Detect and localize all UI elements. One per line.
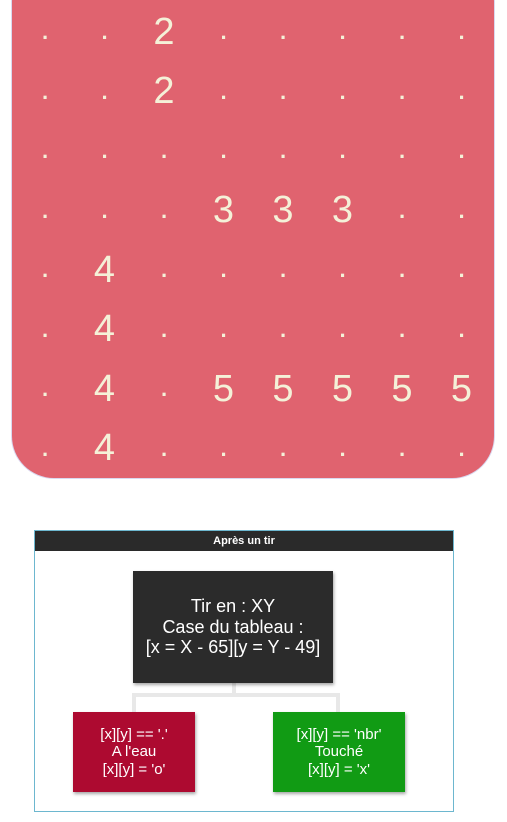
board-cell-2-5[interactable]: . bbox=[314, 122, 372, 180]
board-cell-2-0[interactable]: . bbox=[16, 122, 74, 180]
board-cell-5-7[interactable]: . bbox=[433, 301, 491, 359]
board-cell-1-6[interactable]: . bbox=[373, 63, 431, 121]
board-cell-4-0[interactable]: . bbox=[16, 241, 74, 299]
board-cell-5-4[interactable]: . bbox=[254, 301, 312, 359]
board-cell-0-1[interactable]: . bbox=[76, 3, 134, 61]
board-cell-6-0[interactable]: . bbox=[16, 360, 74, 418]
board-cell-3-5[interactable]: 3 bbox=[314, 182, 372, 240]
diagram-node-miss: [x][y] == '.' A l'eau [x][y] = 'o' bbox=[73, 712, 195, 792]
board-cell-7-3[interactable]: . bbox=[195, 420, 253, 478]
diagram-node-shot: Tir en : XY Case du tableau : [x = X - 6… bbox=[133, 571, 333, 683]
board-cell-6-3[interactable]: 5 bbox=[195, 360, 253, 418]
board-cell-4-7[interactable]: . bbox=[433, 241, 491, 299]
board-cell-7-7[interactable]: . bbox=[433, 420, 491, 478]
node-shot-line-2: Case du tableau : bbox=[162, 616, 304, 637]
board-cell-2-2[interactable]: . bbox=[135, 122, 193, 180]
node-miss-line-3: [x][y] = 'o' bbox=[102, 760, 166, 778]
board-cell-3-0[interactable]: . bbox=[16, 182, 74, 240]
board-cell-7-5[interactable]: . bbox=[314, 420, 372, 478]
node-shot-line-3: [x = X - 65][y = Y - 49] bbox=[145, 637, 321, 658]
node-hit-line-2: Touché bbox=[314, 743, 364, 761]
connector-branch bbox=[132, 693, 340, 697]
board-cell-3-2[interactable]: . bbox=[135, 182, 193, 240]
board-cell-6-4[interactable]: 5 bbox=[254, 360, 312, 418]
board-cell-1-7[interactable]: . bbox=[433, 63, 491, 121]
board-cell-7-2[interactable]: . bbox=[135, 420, 193, 478]
diagram-title: Après un tir bbox=[35, 531, 453, 551]
board-cell-1-3[interactable]: . bbox=[195, 63, 253, 121]
board-cell-6-6[interactable]: 5 bbox=[373, 360, 431, 418]
board-cell-5-1[interactable]: 4 bbox=[76, 301, 134, 359]
node-shot-line-1: Tir en : XY bbox=[190, 595, 276, 616]
board-cell-0-4[interactable]: . bbox=[254, 3, 312, 61]
board-cell-3-7[interactable]: . bbox=[433, 182, 491, 240]
flow-diagram-panel: Après un tir Tir en : XY Case du tableau… bbox=[34, 530, 454, 812]
board-cell-4-1[interactable]: 4 bbox=[76, 241, 134, 299]
board-cell-4-6[interactable]: . bbox=[373, 241, 431, 299]
node-miss-line-2: A l'eau bbox=[111, 743, 157, 761]
board-cell-0-7[interactable]: . bbox=[433, 3, 491, 61]
board-cell-3-3[interactable]: 3 bbox=[195, 182, 253, 240]
board-cell-2-4[interactable]: . bbox=[254, 122, 312, 180]
diagram-node-hit: [x][y] == 'nbr' Touché [x][y] = 'x' bbox=[273, 712, 405, 792]
board-cell-2-7[interactable]: . bbox=[433, 122, 491, 180]
connector-left bbox=[132, 693, 136, 712]
board-cell-1-1[interactable]: . bbox=[76, 63, 134, 121]
board-cell-6-5[interactable]: 5 bbox=[314, 360, 372, 418]
board-cell-4-3[interactable]: . bbox=[195, 241, 253, 299]
board-cell-5-3[interactable]: . bbox=[195, 301, 253, 359]
board-cell-5-0[interactable]: . bbox=[16, 301, 74, 359]
board-cell-0-2[interactable]: 2 bbox=[135, 3, 193, 61]
board-cell-4-5[interactable]: . bbox=[314, 241, 372, 299]
board-cell-0-5[interactable]: . bbox=[314, 3, 372, 61]
board-cell-0-6[interactable]: . bbox=[373, 3, 431, 61]
board-cell-5-2[interactable]: . bbox=[135, 301, 193, 359]
board-cell-3-1[interactable]: . bbox=[76, 182, 134, 240]
board-cell-1-2[interactable]: 2 bbox=[135, 63, 193, 121]
board-cell-0-0[interactable]: . bbox=[16, 3, 74, 61]
board-cell-6-1[interactable]: 4 bbox=[76, 360, 134, 418]
board-cell-1-5[interactable]: . bbox=[314, 63, 372, 121]
board-cell-5-5[interactable]: . bbox=[314, 301, 372, 359]
board-cell-2-1[interactable]: . bbox=[76, 122, 134, 180]
board-cell-0-3[interactable]: . bbox=[195, 3, 253, 61]
board-cell-7-1[interactable]: 4 bbox=[76, 420, 134, 478]
board-cell-4-4[interactable]: . bbox=[254, 241, 312, 299]
node-miss-line-1: [x][y] == '.' bbox=[100, 726, 168, 744]
board-cell-7-6[interactable]: . bbox=[373, 420, 431, 478]
node-hit-line-3: [x][y] = 'x' bbox=[308, 760, 370, 778]
board-cell-1-0[interactable]: . bbox=[16, 63, 74, 121]
board-cell-4-2[interactable]: . bbox=[135, 241, 193, 299]
node-hit-line-1: [x][y] == 'nbr' bbox=[296, 726, 382, 744]
board-cell-7-0[interactable]: . bbox=[16, 420, 74, 478]
board-cell-6-7[interactable]: 5 bbox=[433, 360, 491, 418]
board-cell-3-6[interactable]: . bbox=[373, 182, 431, 240]
board-cell-1-4[interactable]: . bbox=[254, 63, 312, 121]
board-cell-7-4[interactable]: . bbox=[254, 420, 312, 478]
board-cell-2-6[interactable]: . bbox=[373, 122, 431, 180]
board-cell-6-2[interactable]: . bbox=[135, 360, 193, 418]
board-cell-5-6[interactable]: . bbox=[373, 301, 431, 359]
board-cell-3-4[interactable]: 3 bbox=[254, 182, 312, 240]
connector-right bbox=[336, 693, 340, 712]
board-cell-2-3[interactable]: . bbox=[195, 122, 253, 180]
